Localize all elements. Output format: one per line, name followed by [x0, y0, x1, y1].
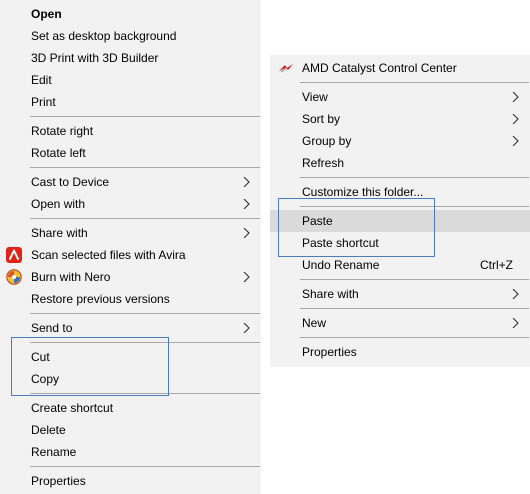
- chevron-right-icon: [241, 228, 251, 238]
- menu-item-create-shortcut[interactable]: Create shortcut: [0, 397, 261, 419]
- menu-item-burn-nero[interactable]: Burn with Nero: [0, 266, 261, 288]
- menu-item-amd-catalyst[interactable]: AMD Catalyst Control Center: [270, 57, 530, 79]
- menu-item-share-with[interactable]: Share with: [270, 283, 530, 305]
- menu-item-label: Scan selected files with Avira: [31, 248, 186, 262]
- menu-item-label: Share with: [302, 287, 359, 301]
- menu-item-label: View: [302, 90, 328, 104]
- menu-item-refresh[interactable]: Refresh: [270, 152, 530, 174]
- menu-item-label: Sort by: [302, 112, 341, 126]
- menu-item-cast-to-device[interactable]: Cast to Device: [0, 171, 261, 193]
- menu-item-label: Open: [31, 7, 62, 21]
- menu-item-label: New: [302, 316, 327, 330]
- menu-separator: [300, 337, 529, 338]
- keyboard-shortcut: Ctrl+Z: [480, 258, 513, 272]
- menu-item-rotate-left[interactable]: Rotate left: [0, 142, 261, 164]
- menu-separator: [30, 167, 260, 168]
- menu-item-scan-avira[interactable]: Scan selected files with Avira: [0, 244, 261, 266]
- menu-item-label: Edit: [31, 73, 52, 87]
- menu-item-label: Share with: [31, 226, 88, 240]
- menu-item-label: Rotate right: [31, 124, 94, 138]
- menu-item-view[interactable]: View: [270, 86, 530, 108]
- menu-item-3d-print[interactable]: 3D Print with 3D Builder: [0, 47, 261, 69]
- menu-item-open[interactable]: Open: [0, 3, 261, 25]
- menu-item-rename[interactable]: Rename: [0, 441, 261, 463]
- menu-item-edit[interactable]: Edit: [0, 69, 261, 91]
- menu-item-label: Delete: [31, 423, 66, 437]
- menu-item-send-to[interactable]: Send to: [0, 317, 261, 339]
- chevron-right-icon: [510, 318, 520, 328]
- file-context-menu: Open Set as desktop background 3D Print …: [0, 0, 261, 494]
- menu-item-undo-rename[interactable]: Undo Rename Ctrl+Z: [270, 254, 530, 276]
- menu-item-label: Undo Rename: [302, 258, 380, 272]
- menu-separator: [300, 177, 529, 178]
- menu-item-set-desktop-background[interactable]: Set as desktop background: [0, 25, 261, 47]
- menu-item-label: Send to: [31, 321, 73, 335]
- menu-item-label: Set as desktop background: [31, 29, 177, 43]
- menu-item-label: Rotate left: [31, 146, 86, 160]
- menu-item-label: Rename: [31, 445, 77, 459]
- menu-separator: [300, 308, 529, 309]
- menu-item-label: Cast to Device: [31, 175, 110, 189]
- menu-item-share-with[interactable]: Share with: [0, 222, 261, 244]
- menu-item-label: Restore previous versions: [31, 292, 170, 306]
- avira-umbrella-icon: [6, 247, 22, 263]
- menu-item-label: Properties: [31, 474, 86, 488]
- chevron-right-icon: [241, 323, 251, 333]
- menu-item-label: 3D Print with 3D Builder: [31, 51, 159, 65]
- menu-item-sort-by[interactable]: Sort by: [270, 108, 530, 130]
- chevron-right-icon: [510, 92, 520, 102]
- menu-item-label: Group by: [302, 134, 352, 148]
- menu-item-restore-previous-versions[interactable]: Restore previous versions: [0, 288, 261, 310]
- menu-separator: [30, 116, 260, 117]
- menu-separator: [300, 279, 529, 280]
- menu-separator: [30, 313, 260, 314]
- menu-separator: [30, 218, 260, 219]
- menu-item-label: AMD Catalyst Control Center: [302, 61, 457, 75]
- menu-item-label: Print: [31, 95, 56, 109]
- menu-item-rotate-right[interactable]: Rotate right: [0, 120, 261, 142]
- cut-copy-highlight-box: [11, 337, 169, 396]
- chevron-right-icon: [241, 199, 251, 209]
- paste-highlight-box: [278, 198, 435, 257]
- menu-item-properties[interactable]: Properties: [270, 341, 530, 363]
- menu-item-label: Burn with Nero: [31, 270, 111, 284]
- amd-catalyst-icon: [278, 60, 294, 76]
- menu-item-delete[interactable]: Delete: [0, 419, 261, 441]
- menu-separator: [30, 466, 260, 467]
- chevron-right-icon: [241, 272, 251, 282]
- chevron-right-icon: [510, 136, 520, 146]
- menu-item-label: Create shortcut: [31, 401, 114, 415]
- menu-item-label: Refresh: [302, 156, 345, 170]
- menu-separator: [300, 82, 529, 83]
- menu-item-label: Open with: [31, 197, 86, 211]
- menu-item-open-with[interactable]: Open with: [0, 193, 261, 215]
- nero-disc-icon: [6, 269, 22, 285]
- menu-item-group-by[interactable]: Group by: [270, 130, 530, 152]
- chevron-right-icon: [510, 289, 520, 299]
- chevron-right-icon: [510, 114, 520, 124]
- chevron-right-icon: [241, 177, 251, 187]
- menu-item-new[interactable]: New: [270, 312, 530, 334]
- menu-item-label: Properties: [302, 345, 357, 359]
- menu-item-properties[interactable]: Properties: [0, 470, 261, 492]
- menu-item-print[interactable]: Print: [0, 91, 261, 113]
